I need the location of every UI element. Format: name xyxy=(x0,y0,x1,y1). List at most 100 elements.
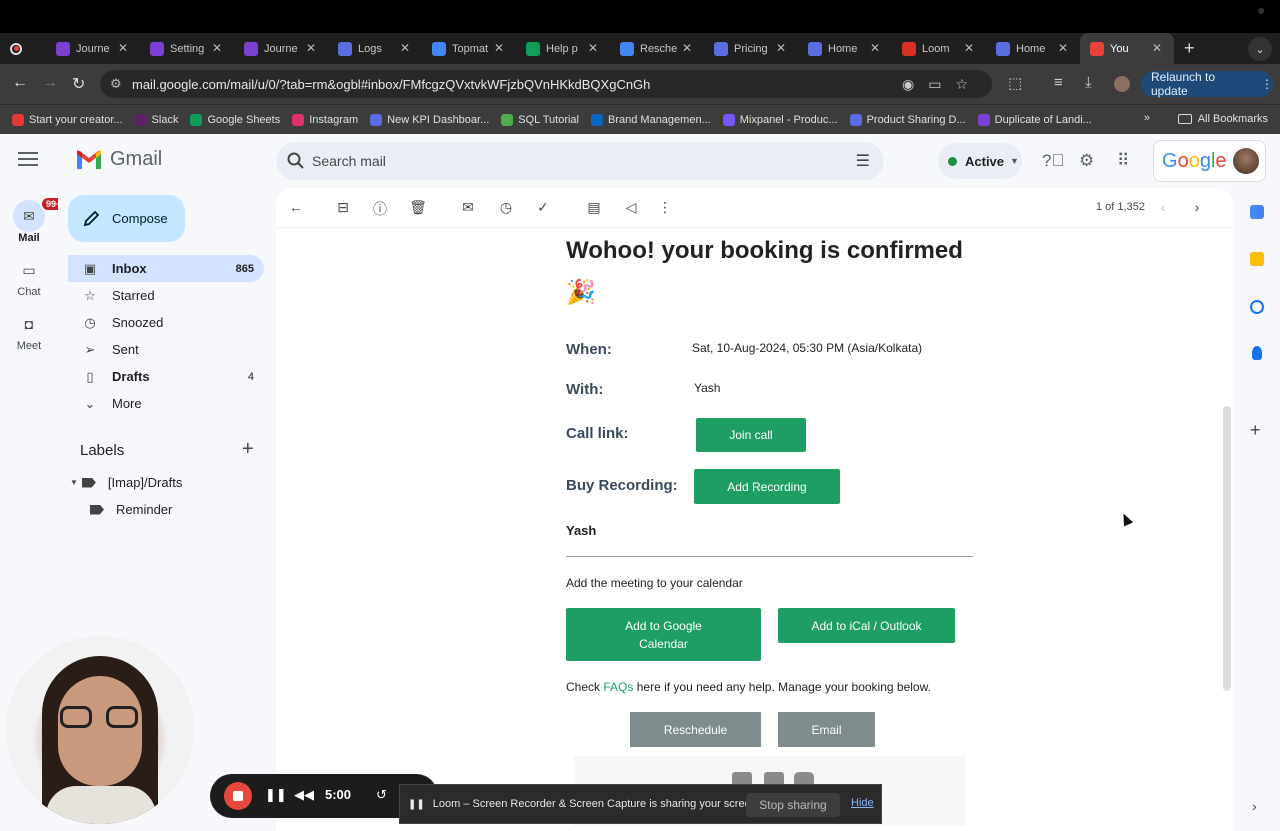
move-to-icon[interactable]: ▤ xyxy=(585,199,603,216)
close-icon[interactable]: ✕ xyxy=(212,41,222,55)
browser-tab[interactable]: Journe ✕ xyxy=(46,33,140,64)
archive-icon[interactable]: ⊟ xyxy=(334,199,352,216)
browser-tab[interactable]: Setting ✕ xyxy=(140,33,234,64)
older-chevron-icon[interactable]: › xyxy=(1188,199,1206,215)
close-icon[interactable]: ✕ xyxy=(118,41,128,55)
download-icon[interactable]: ⤓ xyxy=(1085,74,1092,91)
browser-tab[interactable]: Logs ✕ xyxy=(328,33,422,64)
snooze-icon[interactable]: ◷ xyxy=(497,199,515,216)
extensions-icon[interactable]: ⬚ xyxy=(1008,74,1022,92)
close-icon[interactable]: ✕ xyxy=(776,41,786,55)
settings-gear-icon[interactable]: ⚙ xyxy=(1079,151,1094,171)
forward-arrow-icon[interactable]: → xyxy=(42,74,58,92)
search-bar[interactable]: Search mail ☰ xyxy=(276,142,884,180)
stop-sharing-button[interactable]: Stop sharing xyxy=(746,793,840,817)
back-arrow-icon[interactable]: ← xyxy=(12,74,28,92)
compose-button[interactable]: Compose xyxy=(68,195,185,242)
close-icon[interactable]: ✕ xyxy=(400,41,410,55)
more-vert-icon[interactable]: ⋮ xyxy=(656,199,674,216)
media-icon[interactable]: ≡ xyxy=(1054,74,1063,91)
nav-sent[interactable]: ➢ Sent xyxy=(68,336,264,363)
site-settings-icon[interactable]: ⚙ xyxy=(110,76,122,92)
help-icon[interactable]: ?⃝ xyxy=(1042,151,1064,171)
browser-tab[interactable]: Topmat ✕ xyxy=(422,33,516,64)
bookmark-item[interactable]: Product Sharing D... xyxy=(849,113,966,126)
bookmark-item[interactable]: Start your creator... xyxy=(12,113,123,126)
get-addons-plus-icon[interactable]: + xyxy=(1250,420,1261,441)
calendar-icon[interactable] xyxy=(1250,205,1264,219)
tab-recording[interactable] xyxy=(0,33,46,64)
delete-icon[interactable]: 🗑 xyxy=(409,199,427,216)
add-task-icon[interactable]: ✓ xyxy=(534,199,552,216)
add-ical-outlook-button[interactable]: Add to iCal / Outlook xyxy=(778,608,955,643)
pause-icon[interactable]: ❚❚ xyxy=(265,787,287,803)
relaunch-button[interactable]: Relaunch to update ⋮ xyxy=(1141,70,1273,98)
close-icon[interactable]: ✕ xyxy=(1058,41,1068,55)
close-icon[interactable]: ✕ xyxy=(964,41,974,55)
gmail-logo[interactable]: Gmail xyxy=(76,148,162,171)
back-arrow-icon[interactable]: ← xyxy=(287,199,305,215)
apps-grid-icon[interactable]: ⠿ xyxy=(1117,151,1129,171)
close-icon[interactable]: ✕ xyxy=(494,41,504,55)
contacts-icon[interactable] xyxy=(1252,346,1262,360)
reschedule-button[interactable]: Reschedule xyxy=(630,712,761,747)
browser-tab[interactable]: Pricing ✕ xyxy=(704,33,798,64)
browser-tab[interactable]: Resche ✕ xyxy=(610,33,704,64)
url-action-icons[interactable]: ◉▭☆ xyxy=(902,76,982,93)
bookmark-item[interactable]: Mixpanel - Produc... xyxy=(722,113,838,126)
keep-icon[interactable] xyxy=(1250,252,1264,266)
add-recording-button[interactable]: Add Recording xyxy=(694,469,840,504)
scrollbar-thumb[interactable] xyxy=(1223,406,1231,691)
report-spam-icon[interactable]: ⓘ xyxy=(371,199,389,219)
newer-chevron-icon[interactable]: ‹ xyxy=(1154,199,1172,215)
url-field[interactable]: ⚙ mail.google.com/mail/u/0/?tab=rm&ogbl#… xyxy=(100,70,992,98)
browser-tab[interactable]: Help p ✕ xyxy=(516,33,610,64)
faqs-link[interactable]: FAQs xyxy=(603,680,633,694)
bookmark-item[interactable]: Duplicate of Landi... xyxy=(977,113,1092,126)
all-bookmarks[interactable]: All Bookmarks xyxy=(1177,113,1268,125)
undo-icon[interactable]: ↺ xyxy=(376,787,387,803)
nav-snoozed[interactable]: ◷ Snoozed xyxy=(68,309,264,336)
webcam-bubble[interactable] xyxy=(6,636,194,824)
hide-link[interactable]: Hide xyxy=(851,797,874,809)
nav-drafts[interactable]: ▯ Drafts 4 xyxy=(68,363,264,390)
bookmark-item[interactable]: Instagram xyxy=(292,113,358,126)
tasks-icon[interactable] xyxy=(1250,300,1264,314)
rail-meet[interactable]: ◘ Meet xyxy=(0,308,58,352)
close-icon[interactable]: ✕ xyxy=(870,41,880,55)
label-imap-drafts[interactable]: ▼ [Imap]/Drafts xyxy=(70,475,182,490)
close-icon[interactable]: ✕ xyxy=(682,41,692,55)
account-avatar[interactable] xyxy=(1233,148,1259,174)
close-icon[interactable]: ✕ xyxy=(588,41,598,55)
rail-chat[interactable]: ▭ Chat xyxy=(0,254,58,299)
expand-panel-chevron-icon[interactable]: › xyxy=(1252,798,1257,814)
rail-mail[interactable]: ✉ 99+ Mail xyxy=(0,196,68,244)
bookmark-item[interactable]: New KPI Dashboar... xyxy=(370,113,489,126)
add-label-icon[interactable]: + xyxy=(242,438,254,461)
mark-unread-icon[interactable]: ✉ xyxy=(459,199,477,216)
close-icon[interactable]: ✕ xyxy=(1152,41,1162,55)
nav-inbox[interactable]: ▣ Inbox 865 xyxy=(68,255,264,282)
search-icon[interactable] xyxy=(286,151,306,171)
stop-recording-button[interactable] xyxy=(224,782,252,810)
status-chip[interactable]: Active ▼ xyxy=(938,143,1022,179)
restart-icon[interactable]: ◀◀ xyxy=(294,787,314,803)
caret-down-icon[interactable]: ▼ xyxy=(70,478,78,487)
bookmark-item[interactable]: Slack xyxy=(134,113,178,126)
bookmark-item[interactable]: Brand Managemen... xyxy=(591,113,711,126)
profile-avatar[interactable] xyxy=(1114,76,1130,92)
email-button[interactable]: Email xyxy=(778,712,875,747)
close-icon[interactable]: ✕ xyxy=(306,41,316,55)
browser-tab[interactable]: Loom ✕ xyxy=(892,33,986,64)
bookmark-item[interactable]: SQL Tutorial xyxy=(501,113,579,126)
new-tab-icon[interactable]: + xyxy=(1184,38,1195,59)
browser-tab[interactable]: Journe ✕ xyxy=(234,33,328,64)
nav-starred[interactable]: ☆ Starred xyxy=(68,282,264,309)
reload-icon[interactable]: ↻ xyxy=(72,74,85,94)
label-reminder[interactable]: Reminder xyxy=(90,502,172,517)
google-account-button[interactable]: Google xyxy=(1153,140,1266,182)
more-bookmarks-icon[interactable]: » xyxy=(1144,112,1150,124)
browser-tab[interactable]: You ✕ xyxy=(1080,33,1174,64)
join-call-button[interactable]: Join call xyxy=(696,418,806,452)
nav-more[interactable]: ⌄ More xyxy=(68,390,264,417)
